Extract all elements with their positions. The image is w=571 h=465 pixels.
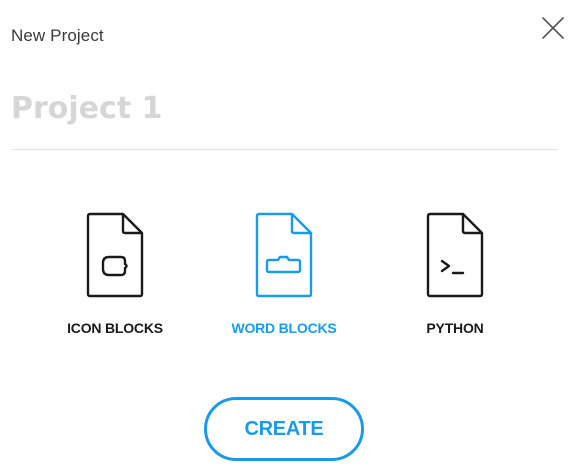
close-button[interactable] [538, 13, 568, 43]
project-type-icon-blocks[interactable]: ICON BLOCKS [40, 212, 190, 342]
project-type-label: PYTHON [426, 320, 484, 336]
create-button[interactable]: CREATE [204, 397, 364, 461]
divider [11, 149, 558, 150]
dialog-title: New Project [11, 26, 104, 45]
close-icon [542, 17, 564, 39]
project-type-word-blocks[interactable]: WORD BLOCKS [209, 212, 359, 342]
icon-blocks-file-icon [86, 212, 144, 298]
new-project-dialog: New Project ICON BLOCKS WORD BLOCKS [0, 0, 571, 465]
python-file-icon [426, 212, 484, 298]
project-type-label: ICON BLOCKS [67, 320, 163, 336]
project-type-label: WORD BLOCKS [231, 320, 337, 336]
word-blocks-file-icon [255, 212, 313, 298]
project-type-python[interactable]: PYTHON [380, 212, 530, 342]
project-name-input[interactable] [11, 84, 551, 132]
